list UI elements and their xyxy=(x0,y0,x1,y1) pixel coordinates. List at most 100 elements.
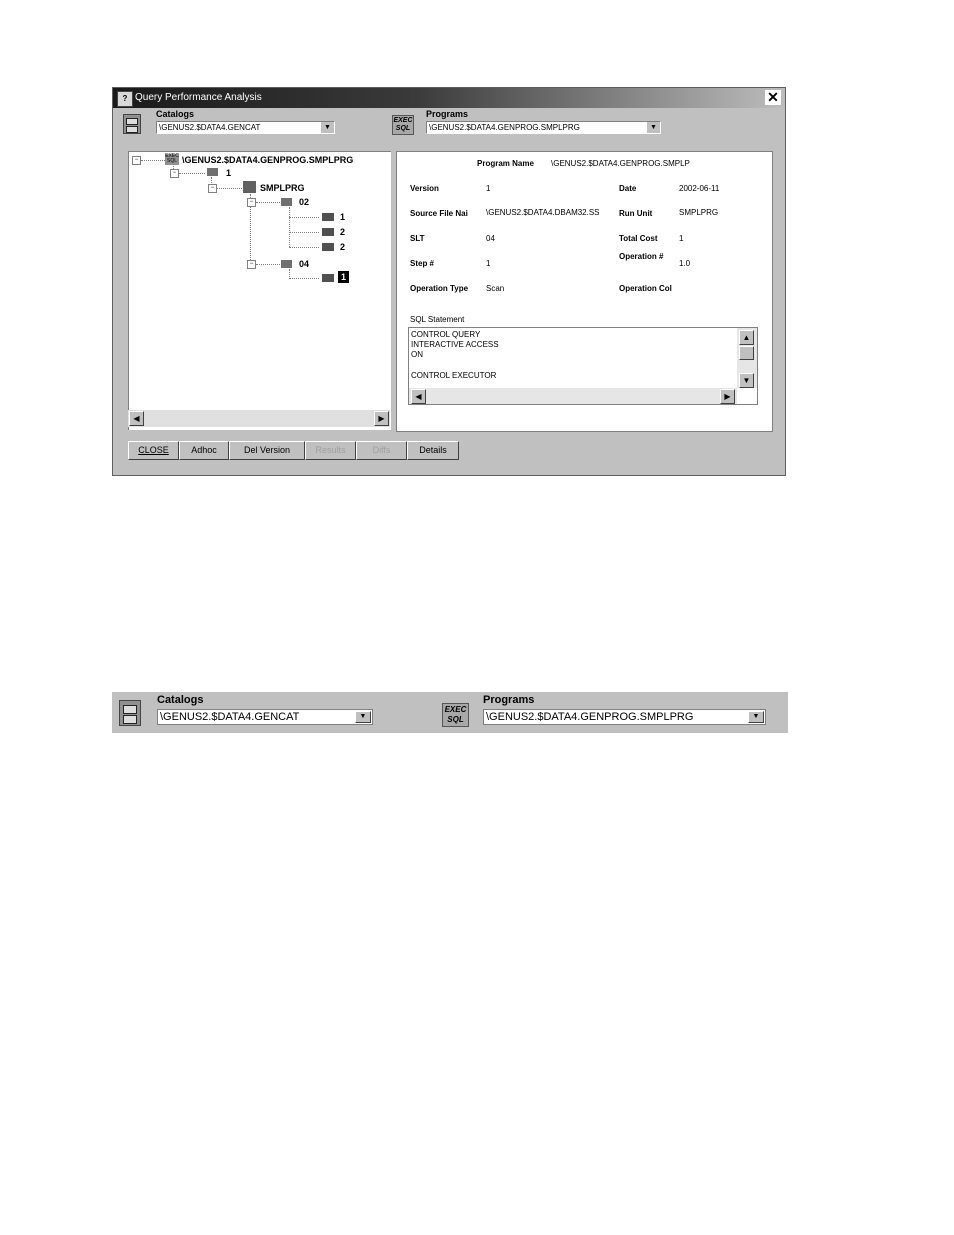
adhoc-button[interactable]: Adhoc xyxy=(179,441,229,460)
operation-number-label: Operation # xyxy=(619,252,664,261)
total-cost-label: Total Cost xyxy=(619,234,658,243)
scroll-right-icon[interactable]: ▶ xyxy=(720,389,735,404)
program-icon xyxy=(243,181,256,193)
tree-operation-node[interactable]: 1 xyxy=(340,212,345,222)
exec-sql-icon: EXEC SQL xyxy=(442,703,469,727)
run-unit-label: Run Unit xyxy=(619,209,653,218)
exec-sql-icon-text-2: SQL xyxy=(395,125,411,132)
operation-icon xyxy=(322,228,334,236)
chevron-down-icon[interactable]: ▼ xyxy=(748,711,764,723)
program-tree[interactable]: − EXEC SQL \GENUS2.$DATA4.GENPROG.SMPLPR… xyxy=(128,151,391,430)
version-icon xyxy=(207,168,218,176)
operation-col-label: Operation Col xyxy=(619,284,672,293)
tree-program-node[interactable]: SMPLPRG xyxy=(260,183,305,193)
scroll-up-icon[interactable]: ▲ xyxy=(739,330,754,345)
statement-icon xyxy=(281,198,292,206)
window-title: Query Performance Analysis xyxy=(135,92,262,103)
catalogs-value: \GENUS2.$DATA4.GENCAT xyxy=(160,711,300,723)
exec-sql-icon: EXEC SQL xyxy=(165,153,179,165)
catalog-program-selector-strip: Catalogs \GENUS2.$DATA4.GENCAT ▼ EXEC SQ… xyxy=(112,692,788,733)
tree-operation-node-selected[interactable]: 1 xyxy=(338,271,350,283)
results-button[interactable]: Results xyxy=(305,441,356,460)
total-cost-value: 1 xyxy=(679,234,684,243)
statement-icon xyxy=(281,260,292,268)
programs-dropdown[interactable]: \GENUS2.$DATA4.GENPROG.SMPLPRG ▼ xyxy=(426,121,661,134)
catalogs-dropdown[interactable]: \GENUS2.$DATA4.GENCAT ▼ xyxy=(157,709,373,725)
slt-label: SLT xyxy=(410,234,425,243)
button-bar: CLOSE Adhoc Del Version Results Diffs De… xyxy=(128,441,465,461)
exec-sql-icon-text-1: EXEC xyxy=(444,705,467,714)
collapse-icon[interactable]: − xyxy=(247,198,256,207)
exec-sql-icon: EXEC SQL xyxy=(392,115,414,135)
date-label: Date xyxy=(619,184,637,193)
sql-vertical-scrollbar[interactable]: ▲ ▼ xyxy=(737,328,757,388)
operation-type-value: Scan xyxy=(486,284,505,293)
diffs-button[interactable]: Diffs xyxy=(356,441,407,460)
scroll-left-icon[interactable]: ◀ xyxy=(411,389,426,404)
scroll-down-icon[interactable]: ▼ xyxy=(739,373,754,388)
programs-dropdown[interactable]: \GENUS2.$DATA4.GENPROG.SMPLPRG ▼ xyxy=(483,709,766,725)
catalogs-label: Catalogs xyxy=(156,109,195,119)
sql-line: CONTROL QUERY xyxy=(411,330,481,339)
programs-value: \GENUS2.$DATA4.GENPROG.SMPLPRG xyxy=(429,123,580,132)
step-label: Step # xyxy=(410,259,435,268)
close-icon[interactable]: ✕ xyxy=(765,90,781,105)
chevron-down-icon[interactable]: ▼ xyxy=(355,711,371,723)
operation-type-label: Operation Type xyxy=(410,284,469,293)
details-button[interactable]: Details xyxy=(407,441,459,460)
close-button-label: CLOSE xyxy=(138,445,169,455)
catalogs-dropdown[interactable]: \GENUS2.$DATA4.GENCAT ▼ xyxy=(156,121,335,134)
run-unit-value: SMPLPRG xyxy=(679,208,719,217)
sql-statement-label: SQL Statement xyxy=(410,315,465,324)
source-file-label: Source File Nai xyxy=(410,209,468,218)
details-pane: Program Name \GENUS2.$DATA4.GENPROG.SMPL… xyxy=(396,151,773,432)
source-file-value: \GENUS2.$DATA4.DBAM32.SS xyxy=(486,208,600,217)
app-icon: ? xyxy=(117,91,133,107)
close-button[interactable]: CLOSE xyxy=(128,441,179,460)
program-name-label: Program Name xyxy=(477,159,534,168)
catalogs-label: Catalogs xyxy=(157,694,204,706)
sql-line: INTERACTIVE ACCESS xyxy=(411,340,499,349)
operation-icon xyxy=(322,243,334,251)
operation-icon xyxy=(322,213,334,221)
scroll-right-icon[interactable]: ▶ xyxy=(374,411,389,426)
query-performance-window: ? Query Performance Analysis ✕ Catalogs … xyxy=(112,87,786,476)
title-bar[interactable]: ? Query Performance Analysis ✕ xyxy=(113,88,785,108)
tree-version-node[interactable]: 1 xyxy=(226,168,231,178)
operation-number-value: 1.0 xyxy=(679,259,691,268)
scroll-thumb[interactable] xyxy=(739,346,754,360)
sql-statement-textarea[interactable]: CONTROL QUERY INTERACTIVE ACCESS ON CONT… xyxy=(408,327,758,405)
collapse-icon[interactable]: − xyxy=(170,169,179,178)
del-version-button[interactable]: Del Version xyxy=(229,441,305,460)
exec-sql-icon-text-1: EXEC xyxy=(393,117,413,124)
tree-statement-node-02[interactable]: 02 xyxy=(299,197,309,207)
tree-root-node[interactable]: \GENUS2.$DATA4.GENPROG.SMPLPRG xyxy=(182,155,353,165)
program-name-value: \GENUS2.$DATA4.GENPROG.SMPLP xyxy=(551,159,690,168)
step-value: 1 xyxy=(486,259,491,268)
tree-operation-node[interactable]: 2 xyxy=(340,227,345,237)
sql-line: ON xyxy=(411,350,423,359)
operation-icon xyxy=(322,274,334,282)
date-value: 2002-06-11 xyxy=(679,184,720,193)
version-value: 1 xyxy=(486,184,491,193)
tree-horizontal-scrollbar[interactable]: ◀ ▶ xyxy=(128,410,390,427)
sql-line: CONTROL EXECUTOR xyxy=(411,371,497,380)
programs-value: \GENUS2.$DATA4.GENPROG.SMPLPRG xyxy=(486,711,694,723)
chevron-down-icon[interactable]: ▼ xyxy=(320,122,334,133)
slt-value: 04 xyxy=(486,234,495,243)
collapse-icon[interactable]: − xyxy=(247,260,256,269)
chevron-down-icon[interactable]: ▼ xyxy=(646,122,660,133)
programs-label: Programs xyxy=(426,109,469,119)
programs-label: Programs xyxy=(483,694,535,706)
collapse-icon[interactable]: − xyxy=(132,156,141,165)
sql-horizontal-scrollbar[interactable]: ◀ ▶ xyxy=(409,388,737,404)
catalog-icon xyxy=(123,114,141,134)
collapse-icon[interactable]: − xyxy=(208,184,217,193)
exec-sql-icon-text-2: SQL xyxy=(447,715,464,724)
version-label: Version xyxy=(410,184,439,193)
tree-operation-node[interactable]: 2 xyxy=(340,242,345,252)
tree-statement-node-04[interactable]: 04 xyxy=(299,259,309,269)
catalog-icon xyxy=(119,700,141,726)
catalogs-value: \GENUS2.$DATA4.GENCAT xyxy=(159,123,261,132)
scroll-left-icon[interactable]: ◀ xyxy=(129,411,144,426)
